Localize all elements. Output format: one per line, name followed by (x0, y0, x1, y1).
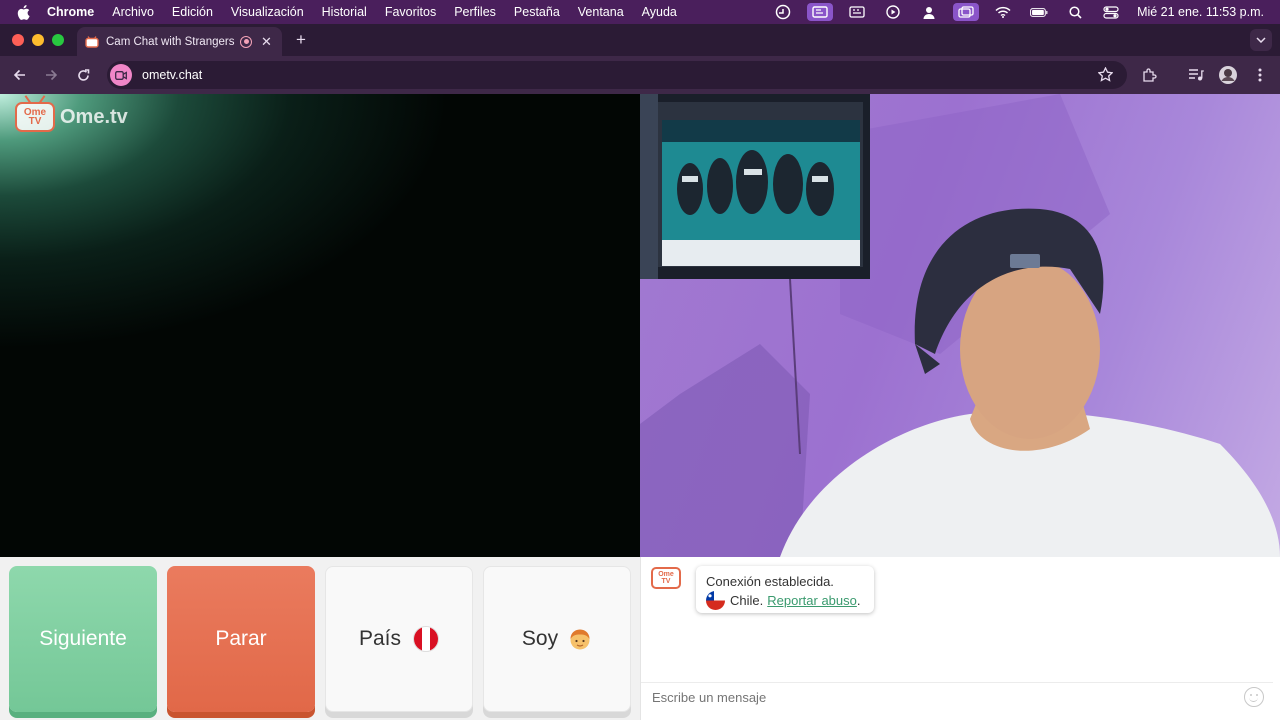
address-bar[interactable]: ometv.chat (107, 61, 1127, 89)
site-camera-icon[interactable] (110, 64, 132, 86)
kebab-menu-icon (1258, 68, 1262, 82)
arrow-left-icon (13, 69, 25, 81)
playlist-icon (1189, 69, 1204, 81)
report-suffix-text: . (856, 593, 861, 608)
tab-close-icon[interactable]: ✕ (261, 34, 272, 50)
browser-menu-button[interactable] (1251, 66, 1269, 84)
menu-historial[interactable]: Historial (322, 5, 367, 19)
peru-flag-icon (413, 626, 440, 652)
reload-icon (77, 68, 89, 81)
tab-title: Cam Chat with Strangers (106, 35, 235, 48)
wifi-icon[interactable] (994, 5, 1012, 19)
control-panel: Siguiente Parar País Soy (0, 557, 640, 720)
ometv-logo[interactable]: Ome TV Ome.tv (15, 102, 128, 132)
tab-search-button[interactable] (1250, 29, 1272, 51)
media-controls-button[interactable] (1187, 66, 1205, 84)
back-button[interactable] (10, 66, 28, 84)
screen-share-icon[interactable] (807, 3, 834, 21)
ometv-tv-icon: Ome TV (15, 102, 55, 132)
profile-avatar[interactable] (1219, 66, 1237, 84)
country-filter-button[interactable]: País (325, 566, 473, 712)
gender-button-label: Soy (521, 627, 559, 650)
control-center-icon[interactable] (1102, 5, 1120, 19)
menu-perfiles[interactable]: Perfiles (454, 5, 496, 19)
new-tab-button[interactable]: + (293, 30, 309, 50)
browser-toolbar: ometv.chat (0, 56, 1280, 94)
connection-status-text: Conexión establecida. (706, 574, 834, 589)
menubar-clock[interactable]: Mié 21 ene. 11:53 p.m. (1137, 5, 1264, 19)
country-button-label: País (358, 627, 402, 650)
extensions-button[interactable] (1140, 66, 1158, 84)
menu-archivo[interactable]: Archivo (112, 5, 154, 19)
emoji-picker-icon[interactable] (1244, 687, 1264, 707)
chile-flag-icon (706, 591, 725, 610)
gender-select-button[interactable]: Soy (483, 566, 631, 712)
menu-favoritos[interactable]: Favoritos (385, 5, 436, 19)
close-window-button[interactable] (12, 34, 24, 46)
chat-panel: Ome TV Conexión establecida. Chile. Repo… (640, 557, 1280, 720)
reload-button[interactable] (74, 66, 92, 84)
menu-ventana[interactable]: Ventana (578, 5, 624, 19)
play-icon[interactable] (884, 5, 902, 19)
stop-button-label: Parar (215, 627, 267, 650)
menu-pestana[interactable]: Pestaña (514, 5, 560, 19)
status-area: Mié 21 ene. 11:53 p.m. (765, 0, 1280, 24)
apple-icon[interactable] (17, 4, 33, 20)
extension-status-icon[interactable] (774, 4, 792, 20)
macos-menu-bar: Chrome Archivo Edición Visualización His… (0, 0, 1280, 24)
report-abuse-link[interactable]: Reportar abuso (767, 591, 857, 610)
remote-video-frame (640, 94, 1280, 557)
system-message-bubble: Conexión establecida. Chile. Reportar ab… (696, 566, 874, 613)
chat-ometv-logo-icon: Ome TV (651, 567, 681, 589)
minimize-window-button[interactable] (32, 34, 44, 46)
url-text: ometv.chat (142, 68, 203, 82)
menu-ayuda[interactable]: Ayuda (642, 5, 677, 19)
next-button-label: Siguiente (39, 627, 127, 650)
stop-button[interactable]: Parar (167, 566, 315, 712)
arrow-right-icon (45, 69, 57, 81)
boy-emoji-icon (568, 627, 592, 651)
window-mirror-icon[interactable] (953, 3, 980, 21)
chevron-down-icon (1256, 37, 1266, 43)
search-icon[interactable] (1066, 5, 1084, 19)
menu-edicion[interactable]: Edición (172, 5, 213, 19)
stranger-country-text: Chile. (730, 593, 764, 608)
maximize-window-button[interactable] (52, 34, 64, 46)
menu-app-chrome[interactable]: Chrome (47, 5, 94, 19)
forward-button[interactable] (42, 66, 60, 84)
recording-indicator-icon (240, 35, 252, 48)
ometv-favicon-icon (85, 35, 99, 48)
keyboard-icon[interactable] (848, 5, 866, 19)
battery-icon[interactable] (1030, 5, 1048, 19)
chat-message-input[interactable] (641, 682, 1273, 712)
browser-tab-strip: Cam Chat with Strangers ✕ + (0, 24, 1280, 56)
puzzle-icon (1142, 67, 1157, 82)
ometv-brand-text: Ome.tv (60, 105, 128, 128)
bookmark-star-icon[interactable] (1097, 66, 1114, 87)
active-tab[interactable]: Cam Chat with Strangers ✕ (77, 27, 282, 56)
user-icon[interactable] (920, 5, 938, 19)
remote-camera-view (640, 94, 1280, 557)
menu-visualizacion[interactable]: Visualización (231, 5, 304, 19)
local-camera-view: Ome TV Ome.tv (0, 94, 640, 557)
next-button[interactable]: Siguiente (9, 566, 157, 712)
